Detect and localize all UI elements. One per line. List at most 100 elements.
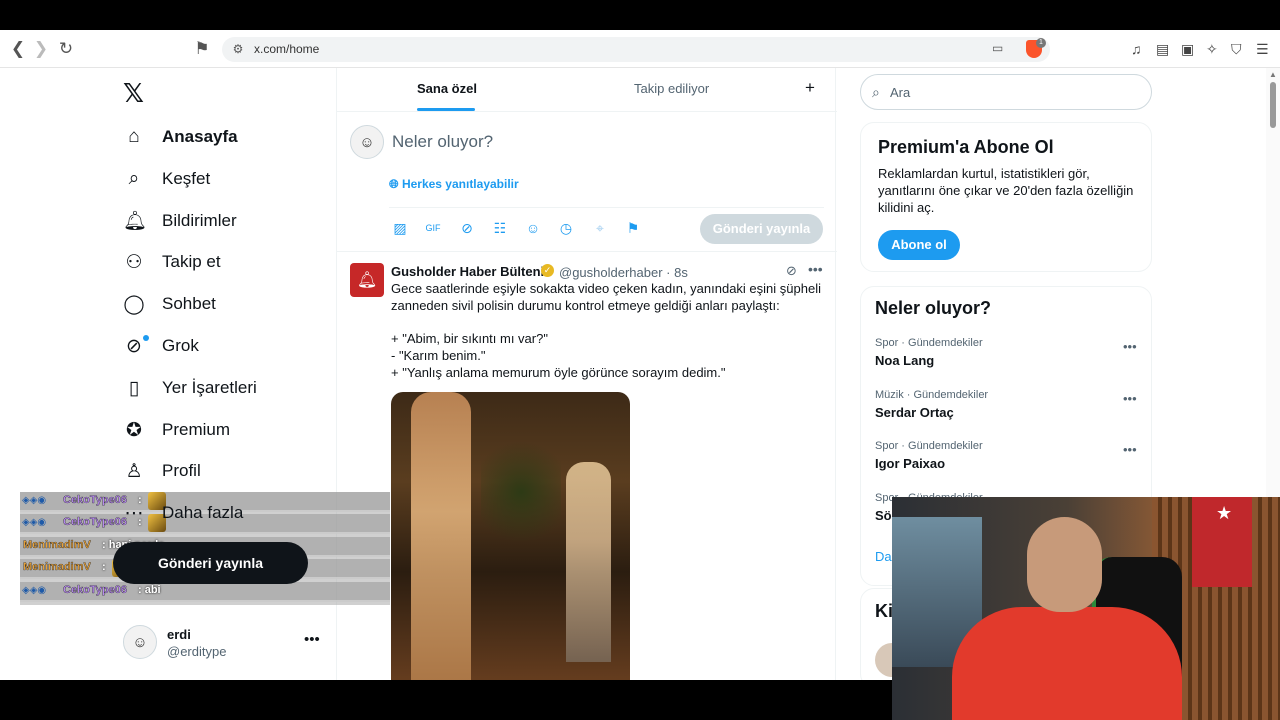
- show-more-link[interactable]: Da: [875, 549, 892, 564]
- sidebar-post-button[interactable]: Gönderi yayınla: [113, 542, 308, 584]
- tab-for-you[interactable]: Sana özel: [417, 81, 477, 96]
- account-switcher[interactable]: ☺ erdi @erditype •••: [123, 625, 323, 665]
- tweet[interactable]: 🔔︎ Gusholder Haber Bülteni ✓ @gusholderh…: [337, 253, 837, 680]
- sidebar-toggle-icon[interactable]: ▤: [1156, 41, 1169, 58]
- streamer-body: [952, 607, 1182, 720]
- sidebar-item-profile[interactable]: ♙ Profil: [123, 455, 201, 487]
- tweet-composer: ☺ Neler oluyor? 🌐︎ Herkes yanıtlayabilir…: [337, 112, 837, 252]
- sidebar-item-label: Premium: [162, 420, 231, 439]
- more-circle-icon: ⋯: [124, 502, 144, 524]
- trend-item[interactable]: Spor · Gündemdekiler Noa Lang •••: [875, 337, 1145, 377]
- more-icon[interactable]: •••: [1123, 339, 1137, 354]
- gif-icon[interactable]: GIF: [424, 219, 442, 237]
- reload-icon[interactable]: ↻: [56, 39, 76, 59]
- sidebar-item-chat[interactable]: ◯ Sohbet: [123, 288, 216, 320]
- chat-badges-icon: ◈◈◉: [22, 517, 47, 528]
- sidebar-item-grok[interactable]: ⊘ Grok: [123, 330, 199, 362]
- grok-icon[interactable]: ⊘: [786, 263, 797, 279]
- avatar[interactable]: 🔔︎: [350, 263, 384, 297]
- post-button[interactable]: Gönderi yayınla: [700, 214, 823, 244]
- grok-icon[interactable]: ⊘: [458, 219, 476, 237]
- sidebar-item-label: Keşfet: [162, 169, 211, 188]
- chat-username: CekoType06: [63, 494, 127, 506]
- sidebar-item-more[interactable]: ⋯ Daha fazla: [123, 497, 244, 529]
- sidebar-item-notifications[interactable]: 🔔︎ Bildirimler: [123, 205, 237, 237]
- poll-icon[interactable]: ☷: [491, 219, 509, 237]
- compose-input[interactable]: Neler oluyor?: [392, 132, 493, 152]
- chat-text: : abi: [138, 584, 161, 596]
- sidebar-item-explore[interactable]: ⌕ Keşfet: [123, 163, 211, 195]
- search-input[interactable]: ⌕ Ara: [860, 74, 1152, 110]
- flag-icon: ★: [1192, 497, 1252, 587]
- x-logo-icon[interactable]: 𝕏: [123, 78, 144, 109]
- media-icon[interactable]: ▨: [391, 219, 409, 237]
- music-icon[interactable]: ♫: [1131, 41, 1142, 57]
- flag-icon[interactable]: ⚑: [624, 219, 642, 237]
- reply-setting[interactable]: 🌐︎ Herkes yanıtlayabilir: [389, 177, 519, 192]
- search-placeholder: Ara: [890, 85, 911, 100]
- browser-toolbar: ❮ ❯ ↻ ⚑ ⚙ x.com/home ▭ 1 ♫ ▤ ▣ ✧ ⛉ ☰: [0, 30, 1280, 68]
- verified-badge-icon: ✓: [541, 264, 554, 277]
- wallet-icon[interactable]: ▣: [1181, 41, 1194, 58]
- brave-badge: 1: [1036, 38, 1046, 48]
- feed-tabs: Sana özel Takip ediliyor +: [337, 68, 837, 112]
- who-to-follow-title: Ki: [875, 601, 893, 621]
- sidebar-item-follow[interactable]: ⚇ Takip et: [123, 246, 220, 278]
- sidebar-item-label: Yer İşaretleri: [162, 378, 257, 397]
- more-icon[interactable]: •••: [808, 261, 823, 277]
- bell-icon: 🔔︎: [123, 211, 148, 232]
- chat-message: ◈◈◉ CekoType06 : abi: [20, 582, 390, 602]
- chat-username: MenimadimV: [23, 539, 91, 551]
- emoji-icon[interactable]: ☺: [524, 219, 542, 237]
- location-icon[interactable]: ⌖: [591, 219, 609, 237]
- vpn-icon[interactable]: ⛉: [1231, 41, 1242, 58]
- sidebar-item-home[interactable]: ⌂ Anasayfa: [123, 121, 238, 153]
- premium-card: Premium'a Abone Ol Reklamlardan kurtul, …: [860, 122, 1152, 272]
- scroll-up-icon[interactable]: ▲: [1269, 70, 1277, 79]
- scroll-thumb[interactable]: [1270, 82, 1276, 128]
- tweet-author-name[interactable]: Gusholder Haber Bülteni: [391, 264, 544, 279]
- search-icon: ⌕: [128, 168, 140, 189]
- follow-icon: ⚇: [125, 251, 143, 273]
- cast-icon[interactable]: ▭: [992, 41, 1003, 55]
- leo-ai-icon[interactable]: ✧: [1206, 41, 1218, 58]
- trend-item[interactable]: Spor · Gündemdekiler Igor Paixao •••: [875, 440, 1145, 480]
- schedule-icon[interactable]: ◷: [557, 219, 575, 237]
- more-icon[interactable]: •••: [1123, 442, 1137, 457]
- sidebar-item-bookmarks[interactable]: ▯ Yer İşaretleri: [123, 372, 257, 404]
- more-icon[interactable]: •••: [1123, 391, 1137, 406]
- avatar: ☺: [123, 625, 157, 659]
- premium-description: Reklamlardan kurtul, istatistikleri gör,…: [878, 166, 1134, 215]
- sidebar-item-label: Anasayfa: [162, 127, 238, 146]
- tweet-author-handle[interactable]: @gusholderhaber · 8s: [559, 265, 688, 280]
- premium-title: Premium'a Abone Ol: [878, 137, 1054, 157]
- sidebar-item-label: Profil: [162, 461, 201, 480]
- trend-name: Serdar Ortaç: [875, 405, 954, 420]
- subscribe-button[interactable]: Abone ol: [878, 230, 960, 260]
- tab-following[interactable]: Takip ediliyor: [634, 81, 709, 96]
- grok-notification-dot: [143, 335, 149, 341]
- avatar: ☺: [350, 125, 384, 159]
- url-text[interactable]: x.com/home: [254, 42, 319, 56]
- tweet-video[interactable]: [391, 392, 630, 680]
- verified-icon: ✪: [126, 419, 142, 441]
- trend-item[interactable]: Müzik · Gündemdekiler Serdar Ortaç •••: [875, 389, 1145, 429]
- address-bar[interactable]: ⚙ x.com/home ▭ 1: [222, 37, 1050, 62]
- sidebar-item-label: Daha fazla: [162, 503, 244, 522]
- sidebar-item-label: Sohbet: [162, 294, 216, 313]
- profile-icon: ♙: [125, 460, 143, 482]
- menu-icon[interactable]: ☰: [1256, 41, 1269, 58]
- chat-username: MenimadimV: [23, 561, 91, 573]
- bookmark-page-icon[interactable]: ⚑: [192, 39, 212, 59]
- site-settings-icon[interactable]: ⚙: [230, 41, 246, 57]
- forward-icon[interactable]: ❯: [31, 39, 51, 59]
- sidebar-item-premium[interactable]: ✪ Premium: [123, 414, 230, 446]
- add-tab-icon[interactable]: +: [805, 78, 815, 98]
- more-icon[interactable]: •••: [304, 631, 320, 648]
- chat-username: CekoType06: [63, 584, 127, 596]
- trends-title: Neler oluyor?: [875, 298, 992, 318]
- video-person-man: [566, 462, 611, 662]
- main-feed: Sana özel Takip ediliyor + ☺ Neler oluyo…: [336, 68, 837, 680]
- video-foliage: [481, 432, 561, 552]
- back-icon[interactable]: ❮: [8, 39, 28, 59]
